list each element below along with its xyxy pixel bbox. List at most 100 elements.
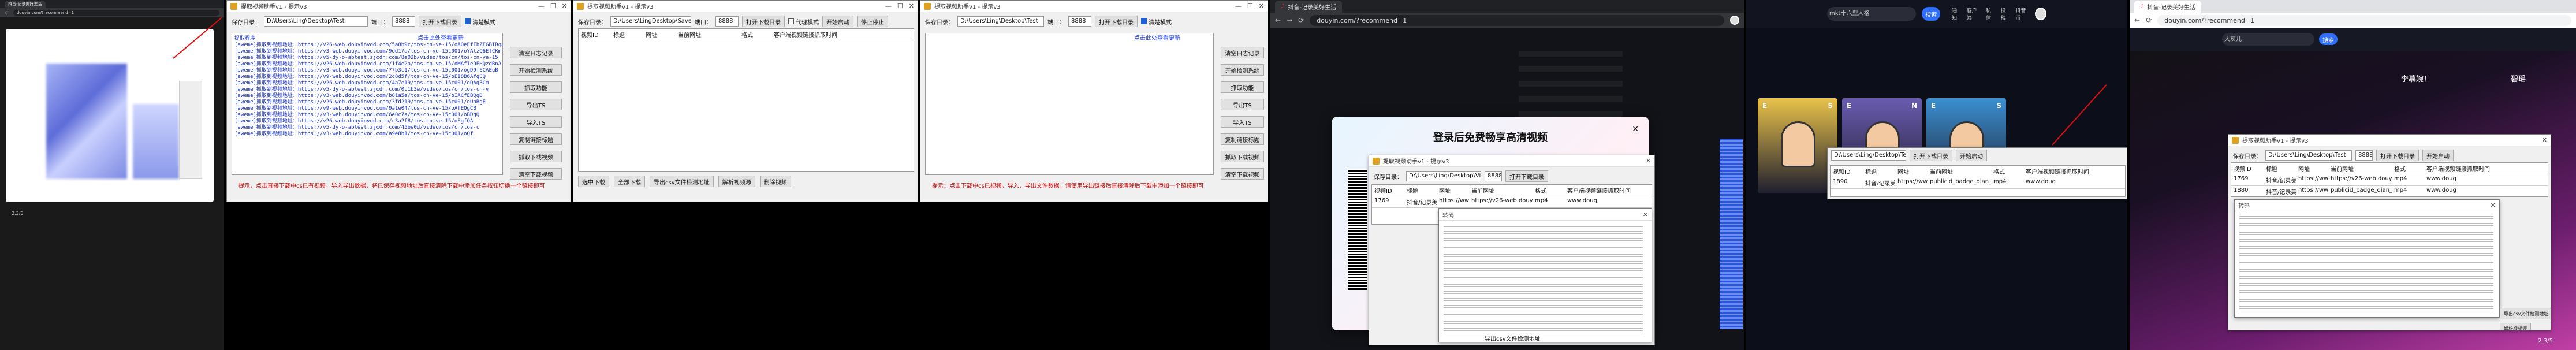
start-button[interactable]: 开始启动 <box>2422 150 2454 161</box>
top-nav-icon[interactable]: 客户端 <box>1967 6 1980 21</box>
log-area[interactable]: 提取程序 [aweme]抓取到视频地址：https://v26-web.douyi… <box>232 33 503 175</box>
address-bar[interactable]: douyin.com/?recommend=1 <box>1310 14 1724 26</box>
column-header[interactable]: 当前网址 <box>2328 163 2392 174</box>
search-input[interactable]: 大灰儿 <box>2222 33 2314 46</box>
path-input[interactable]: D:\Users\Ling\Desktop\Test <box>1831 150 1906 161</box>
side-button[interactable]: 导出TS <box>510 99 562 110</box>
open-dir-button[interactable]: 打开下载目录 <box>2376 150 2419 161</box>
log-area[interactable] <box>925 33 1214 175</box>
column-header[interactable]: 格式 <box>739 29 771 40</box>
column-header[interactable]: 网址 <box>1895 166 1928 177</box>
open-dir-button[interactable]: 打开下载目录 <box>1910 150 1952 161</box>
bottom-button[interactable]: 解析视频源 <box>2500 323 2531 330</box>
side-button[interactable]: 导入TS <box>510 116 562 128</box>
column-header[interactable]: 抓取时间 <box>2064 166 2096 177</box>
path-input[interactable]: D:\Users\Ling\Desktop\Vid <box>1406 171 1481 181</box>
table-row[interactable]: 1890 抖音/记录美https://www.dpublicid_badge_di… <box>1831 177 2125 189</box>
video-card[interactable]: ES <box>1758 98 1837 193</box>
open-dir-button[interactable]: 打开下载目录 <box>419 16 461 27</box>
bottom-button[interactable]: 解析视频源 <box>718 176 755 187</box>
column-header[interactable]: 视频ID <box>1831 166 1863 177</box>
column-header[interactable]: 视频ID <box>1372 185 1404 196</box>
path-input[interactable]: D:\Users\LingDesktop\Save <box>610 16 691 27</box>
browser-tab[interactable]: ♪ 抖音-记录美好生活 <box>1275 0 1342 13</box>
side-button[interactable]: 复制链接标题 <box>1221 133 1264 145</box>
port-input[interactable]: 8888 <box>2355 150 2373 161</box>
column-header[interactable]: 抓取时间 <box>1605 185 1638 196</box>
close-icon[interactable]: ✕ <box>1259 2 1264 10</box>
port-input[interactable]: 8888 <box>1068 16 1091 27</box>
column-header[interactable]: 网址 <box>1437 185 1469 196</box>
column-header[interactable]: 标题 <box>2264 163 2296 174</box>
close-icon[interactable]: ✕ <box>909 2 914 10</box>
open-dir-button[interactable]: 打开下载目录 <box>1505 170 1548 182</box>
side-button[interactable]: 清空下载视频 <box>510 168 562 180</box>
bottom-button[interactable]: 导出csv文件检测地址 <box>650 176 714 187</box>
column-header[interactable]: 网址 <box>2296 163 2328 174</box>
video-table[interactable]: 视频ID 标题 网址 当前网址 格式 客户端视频链接 抓取时间 <box>578 28 914 172</box>
close-icon[interactable]: ✕ <box>2542 136 2547 144</box>
minimize-icon[interactable]: — <box>885 2 892 10</box>
column-header[interactable]: 客户端视频链接 <box>2023 166 2066 177</box>
back-icon[interactable]: ‹ <box>5 9 8 17</box>
table-row[interactable]: 1769 抖音/记录美https://www.dhttps://v26-web.d… <box>1372 196 1652 208</box>
close-icon[interactable]: ✕ <box>1646 157 1651 165</box>
column-header[interactable]: 格式 <box>1991 166 2023 177</box>
minimize-icon[interactable]: — <box>538 2 545 10</box>
proxy-mode-checkbox[interactable]: 代理模式 <box>788 17 819 26</box>
mini-url[interactable]: douyin.com/?recommend=1 <box>13 10 219 16</box>
bottom-button[interactable]: 选中下载 <box>578 176 609 187</box>
column-header[interactable]: 格式 <box>1533 185 1565 196</box>
forward-icon[interactable]: → <box>1287 16 1292 24</box>
video-table[interactable]: 视频ID 标题 网址 当前网址 格式 客户端视频链接 抓取时间 1890 抖音/记录美 http… <box>1830 165 2126 197</box>
close-icon[interactable]: ✕ <box>2491 202 2496 209</box>
minimize-icon[interactable]: — <box>1235 2 1242 10</box>
top-nav-icon[interactable]: 通知 <box>1952 6 1961 21</box>
open-dir-button[interactable]: 打开下载目录 <box>1095 16 1138 27</box>
side-button[interactable]: 开始检测系统 <box>1221 64 1264 76</box>
port-input[interactable]: 8888 <box>392 16 415 27</box>
top-nav-icon[interactable]: 投稿 <box>2001 6 2010 21</box>
side-button[interactable]: 清空下载视频 <box>1221 168 1264 180</box>
side-button[interactable]: 抓取功能 <box>1221 81 1264 93</box>
column-header[interactable]: 抓取时间 <box>812 29 844 40</box>
column-header[interactable]: 网址 <box>643 29 676 40</box>
search-input[interactable]: mkt十六型人格 <box>1827 7 1917 21</box>
side-button[interactable]: 抓取功能 <box>510 81 562 93</box>
column-header[interactable]: 标题 <box>1863 166 1895 177</box>
column-header[interactable]: 抓取时间 <box>2465 163 2497 174</box>
qr-code[interactable] <box>1348 169 1367 290</box>
start-button[interactable]: 开始启动 <box>822 16 853 27</box>
clean-mode-checkbox[interactable]: 清楚模式 <box>465 17 495 26</box>
mini-tab[interactable]: 抖音-记录美好生活 <box>5 1 46 8</box>
column-header[interactable]: 当前网址 <box>1928 166 1991 177</box>
column-header[interactable]: 标题 <box>1404 185 1437 196</box>
top-nav-icon[interactable]: 私信 <box>1986 6 1995 21</box>
bottom-button[interactable]: 删除视频 <box>759 176 791 187</box>
search-button[interactable]: 搜索 <box>1922 7 1941 21</box>
column-header[interactable]: 客户端视频链接 <box>1565 185 1608 196</box>
maximize-icon[interactable]: ☐ <box>1247 2 1253 10</box>
column-header[interactable]: 标题 <box>611 29 643 40</box>
reload-icon[interactable]: ⟳ <box>2146 16 2152 24</box>
video-table[interactable]: 视频ID 标题 网址 当前网址 格式 客户端视频链接 抓取时间 1769 抖音/记录美 http… <box>2231 162 2548 197</box>
side-button[interactable]: 导入TS <box>1221 116 1264 128</box>
side-button[interactable]: 抓取下载视频 <box>1221 151 1264 162</box>
reload-icon[interactable]: ⟳ <box>1298 16 1304 24</box>
maximize-icon[interactable]: ☐ <box>897 2 903 10</box>
update-link[interactable]: 点击此处查看更新 <box>1134 33 1180 42</box>
top-nav-icon[interactable]: 抖音币 <box>2015 6 2029 21</box>
maximize-icon[interactable]: ☐ <box>550 2 556 10</box>
side-button[interactable]: 清空日志记录 <box>1221 47 1264 58</box>
close-icon[interactable]: ✕ <box>562 2 567 10</box>
stop-button[interactable]: 停止停止 <box>857 16 888 27</box>
bottom-button[interactable]: 全部下载 <box>614 176 645 187</box>
open-dir-button[interactable]: 打开下载目录 <box>742 16 785 27</box>
side-button[interactable]: 开始检测系统 <box>510 64 562 76</box>
column-header[interactable]: 客户端视频链接 <box>771 29 814 40</box>
side-button[interactable]: 抓取下载视频 <box>510 151 562 162</box>
path-input[interactable]: D:\Users\Ling\Desktop\Test <box>957 16 1044 27</box>
table-row[interactable]: 1880 抖音/记录美https://www.dpublicid_badge_di… <box>2231 186 2548 196</box>
search-button[interactable]: 搜索 <box>2319 33 2338 45</box>
path-input[interactable]: D:\Users\Ling\Desktop\Test <box>2265 150 2352 161</box>
